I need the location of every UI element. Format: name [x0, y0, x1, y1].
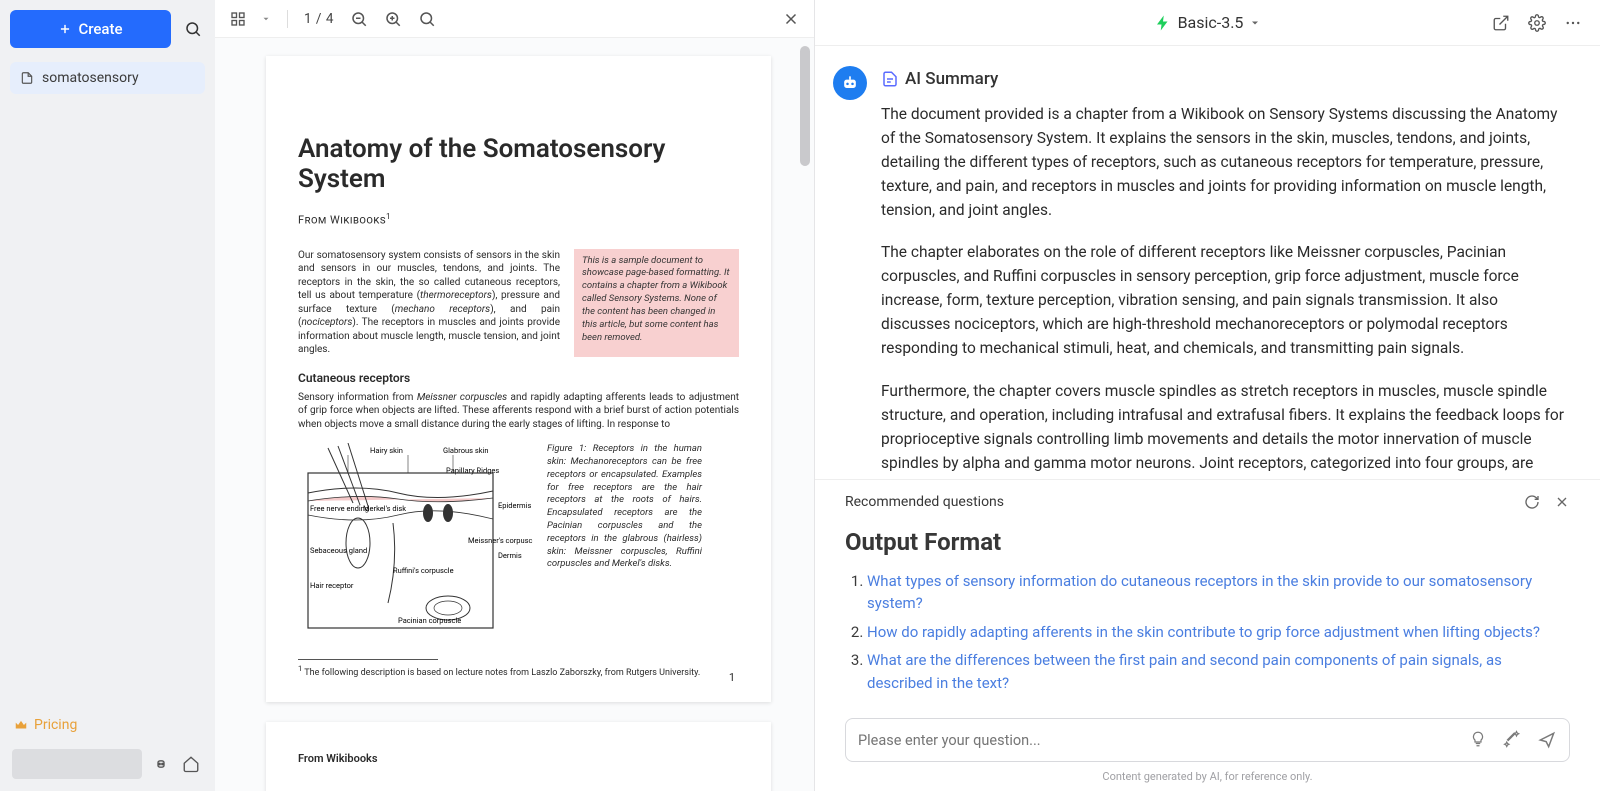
magic-wand-icon[interactable] — [1503, 730, 1521, 748]
chevron-down-icon — [1249, 17, 1261, 29]
settings-icon[interactable] — [1528, 14, 1546, 32]
crown-icon — [14, 718, 28, 732]
ai-summary-paragraph: The document provided is a chapter from … — [881, 102, 1570, 222]
svg-text:Hairy skin: Hairy skin — [370, 446, 403, 455]
svg-text:Epidermis: Epidermis — [498, 501, 531, 510]
sidebar-file-name: somatosensory — [42, 70, 139, 86]
model-selector[interactable]: Basic-3.5 — [1154, 13, 1262, 32]
output-format-heading: Output Format — [845, 528, 1570, 556]
close-icon[interactable] — [1554, 494, 1570, 510]
refresh-icon[interactable] — [1524, 494, 1540, 510]
create-button[interactable]: Create — [10, 10, 171, 48]
question-list: What types of sensory information do cut… — [845, 570, 1570, 695]
svg-text:Glabrous skin: Glabrous skin — [443, 446, 488, 455]
external-link-icon[interactable] — [1492, 14, 1510, 32]
bolt-icon — [1154, 14, 1172, 32]
pricing-label: Pricing — [34, 717, 77, 733]
svg-text:Merkel's disk: Merkel's disk — [363, 504, 406, 513]
sidebar: Create somatosensory Pricing — [0, 0, 215, 791]
footnote-rule — [298, 659, 438, 660]
svg-text:Dermis: Dermis — [498, 551, 522, 560]
scrollbar-thumb[interactable] — [800, 46, 810, 166]
footnote: 1 The following description is based on … — [298, 664, 739, 678]
search-doc-icon[interactable] — [418, 10, 436, 28]
ai-header: Basic-3.5 — [815, 0, 1600, 46]
doc-subhead: Cutaneous receptors — [298, 371, 739, 385]
discord-icon[interactable] — [152, 755, 170, 773]
ai-body: AI Summary The document provided is a ch… — [815, 46, 1600, 479]
figure-caption: Figure 1: Receptors in the human skin: M… — [547, 443, 702, 571]
document-page: From Wikibooks — [266, 722, 771, 791]
pricing-link[interactable]: Pricing — [10, 711, 205, 739]
file-list: somatosensory — [10, 62, 205, 94]
figure-row: Hairy skin Glabrous skin Papillary Ridge… — [298, 443, 739, 643]
document-icon — [20, 71, 34, 85]
chevron-down-icon[interactable] — [261, 14, 271, 24]
ai-summary-title: AI Summary — [881, 66, 1570, 92]
zoom-in-icon[interactable] — [384, 10, 402, 28]
sidebar-bottom — [10, 749, 205, 781]
question-link[interactable]: How do rapidly adapting afferents in the… — [867, 623, 1540, 641]
doc-paragraph: Sensory information from Meissner corpus… — [298, 391, 739, 432]
sample-note-box: This is a sample document to showcase pa… — [574, 249, 739, 357]
bot-avatar — [833, 66, 867, 100]
more-icon[interactable] — [1564, 14, 1582, 32]
question-link[interactable]: What types of sensory information do cut… — [867, 572, 1532, 613]
ai-summary-paragraph: The chapter elaborates on the role of di… — [881, 240, 1570, 360]
send-icon[interactable] — [1537, 730, 1557, 750]
zoom-out-icon[interactable] — [350, 10, 368, 28]
ai-pane: Basic-3.5 AI Summary The document provid… — [815, 0, 1600, 791]
document-toolbar: 1 / 4 — [215, 0, 814, 38]
svg-text:Pacinian corpuscle: Pacinian corpuscle — [398, 616, 461, 625]
page-number: 1 — [729, 671, 735, 684]
sidebar-search-button[interactable] — [181, 17, 205, 41]
create-label: Create — [78, 20, 122, 38]
doc-source: From Wikibooks1 — [298, 212, 739, 227]
plus-icon — [58, 22, 72, 36]
home-icon[interactable] — [182, 755, 200, 773]
question-item: How do rapidly adapting afferents in the… — [867, 621, 1570, 644]
svg-text:Free nerve ending: Free nerve ending — [310, 504, 369, 513]
bot-icon — [840, 73, 860, 93]
svg-text:Sebaceous gland: Sebaceous gland — [310, 546, 367, 555]
question-item: What are the differences between the fir… — [867, 649, 1570, 694]
document-scroll[interactable]: Anatomy of the Somatosensory System From… — [215, 38, 814, 791]
model-name: Basic-3.5 — [1178, 13, 1244, 32]
question-item: What types of sensory information do cut… — [867, 570, 1570, 615]
recq-label: Recommended questions — [845, 494, 1004, 510]
ai-summary-paragraph: Furthermore, the chapter covers muscle s… — [881, 379, 1570, 475]
document-page: Anatomy of the Somatosensory System From… — [266, 56, 771, 702]
grid-icon[interactable] — [229, 10, 247, 28]
page-counter: 1 / 4 — [304, 11, 334, 27]
question-link[interactable]: What are the differences between the fir… — [867, 651, 1502, 692]
profile-pill[interactable] — [12, 749, 142, 779]
svg-text:Ruffini's corpuscle: Ruffini's corpuscle — [393, 566, 454, 575]
document-pane: 1 / 4 Anatomy of the Somatosensory Syste… — [215, 0, 815, 791]
svg-text:Meissner's corpuscle: Meissner's corpuscle — [468, 536, 533, 545]
recommended-questions: Recommended questions Output Format What… — [815, 479, 1600, 701]
page2-header: From Wikibooks — [298, 752, 739, 765]
svg-text:Papillary Ridges: Papillary Ridges — [446, 466, 499, 475]
skin-diagram: Hairy skin Glabrous skin Papillary Ridge… — [298, 443, 533, 643]
doc-paragraph: Our somatosensory system consists of sen… — [298, 249, 560, 357]
ai-disclaimer: Content generated by AI, for reference o… — [815, 768, 1600, 791]
summary-icon — [881, 70, 899, 88]
search-icon — [184, 20, 202, 38]
sidebar-file-item[interactable]: somatosensory — [10, 62, 205, 94]
svg-text:Hair receptor: Hair receptor — [310, 581, 354, 590]
ask-box[interactable] — [845, 718, 1570, 762]
doc-title: Anatomy of the Somatosensory System — [298, 134, 739, 194]
question-input[interactable] — [858, 732, 1469, 749]
lightbulb-icon[interactable] — [1469, 730, 1487, 748]
close-doc-icon[interactable] — [782, 10, 800, 28]
